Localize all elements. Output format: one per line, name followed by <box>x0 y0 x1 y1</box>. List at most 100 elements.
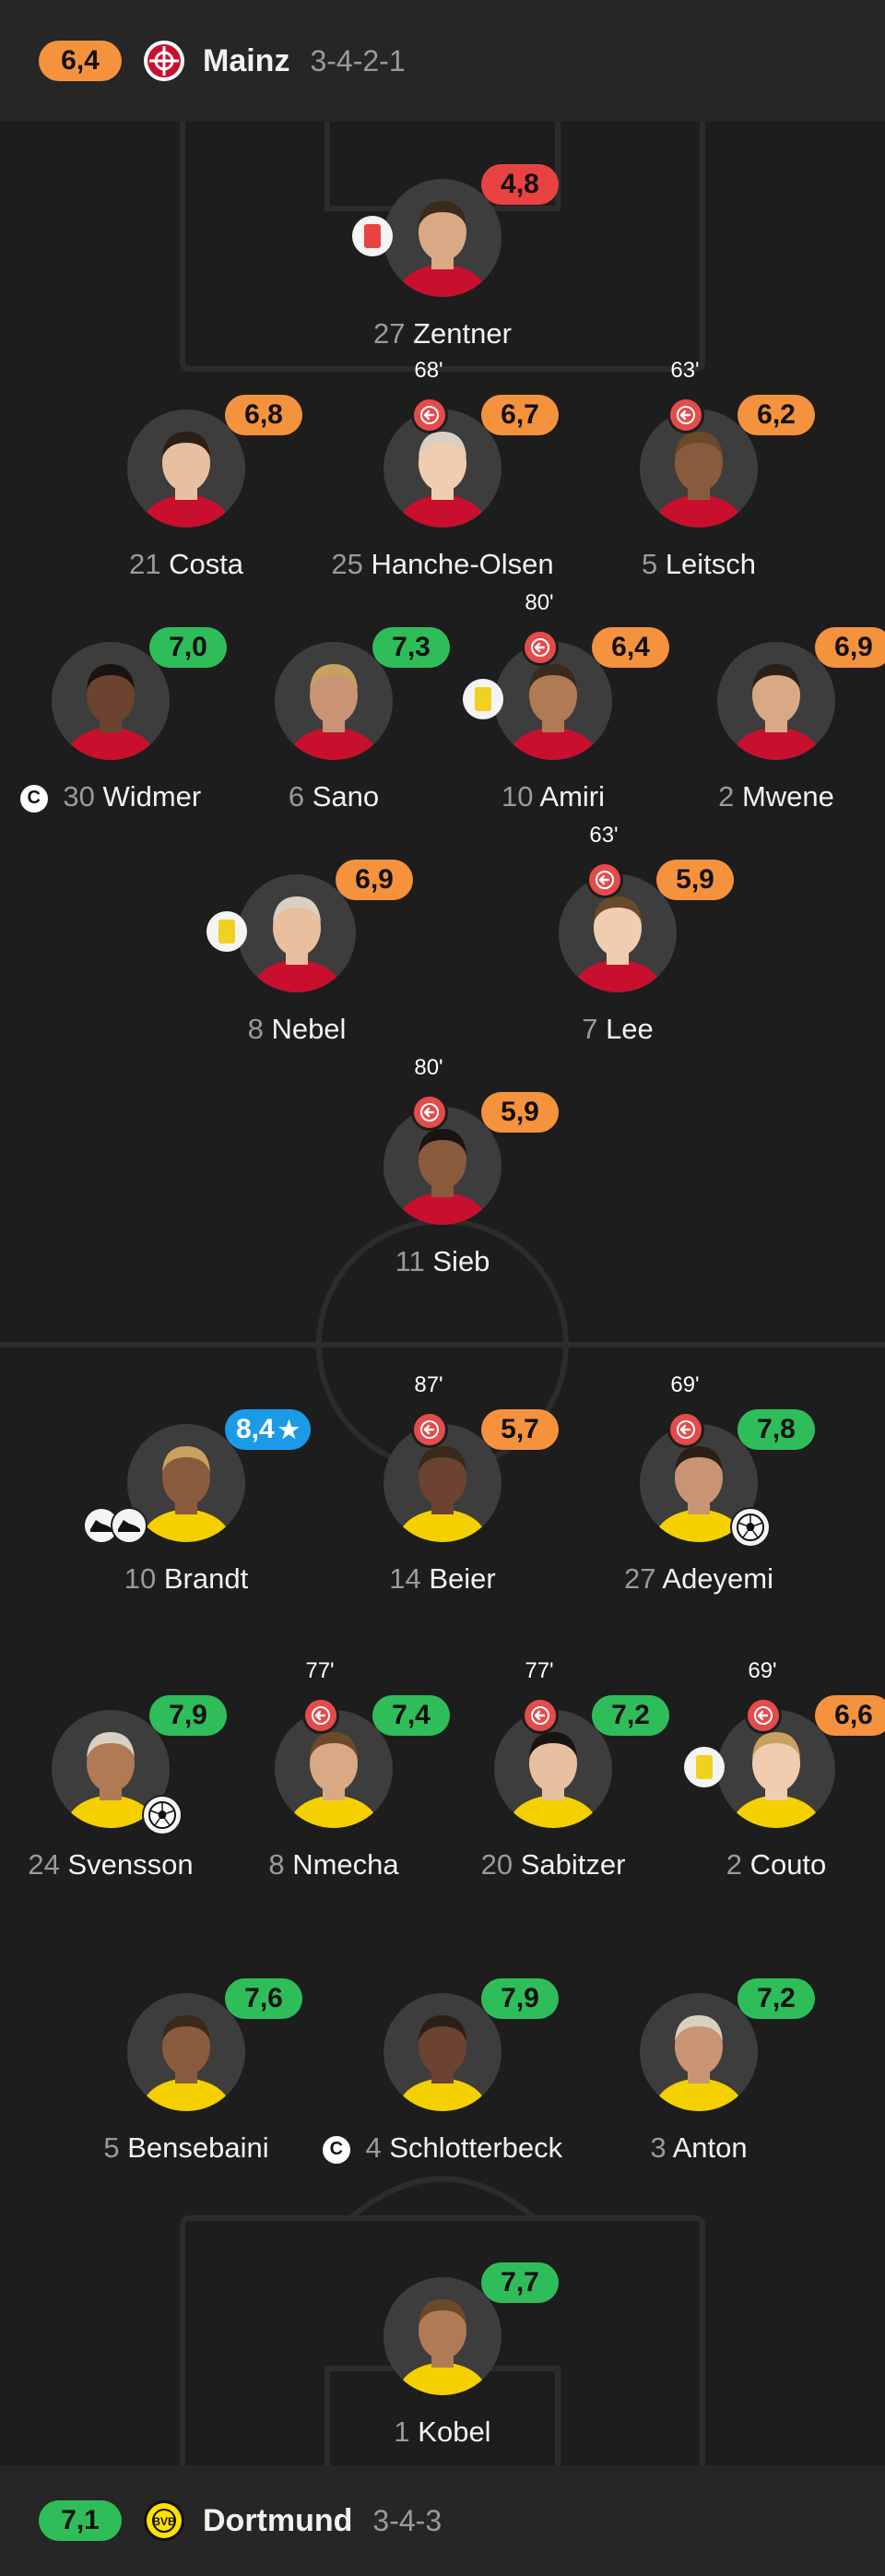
substitution-time: 63' <box>670 358 700 383</box>
player-zentner[interactable]: 4,8 27 Zentner <box>304 164 581 363</box>
player-number: 3 <box>650 2131 667 2164</box>
player-name: Beier <box>429 1562 496 1595</box>
player-avatar-icon <box>140 2015 232 2111</box>
substitution-arrow-icon <box>667 397 704 433</box>
player-photo <box>238 874 356 992</box>
lineup-view: 6,4 Mainz 3-4-2-1 4,8 27 Zentner 6,8 21 … <box>0 0 885 2576</box>
player-name-label: 27 Adeyemi <box>524 1562 874 1596</box>
player-couto[interactable]: 69' 6,6 2 Couto <box>638 1658 885 1894</box>
away-team-rating: 7,1 <box>39 2500 122 2541</box>
yellow-card-icon <box>463 679 503 719</box>
player-kobel[interactable]: 7,7 1 Kobel <box>304 2262 581 2462</box>
player-photo <box>275 642 393 760</box>
substitution-arrow-icon <box>522 629 559 666</box>
player-name: Mwene <box>741 780 834 813</box>
player-number: 27 <box>624 1562 656 1595</box>
yellow-card-icon <box>684 1747 725 1787</box>
player-number: 6 <box>288 780 305 813</box>
player-photo <box>127 1993 245 2111</box>
goal-ball-icon <box>142 1795 183 1835</box>
substitution-time: 77' <box>305 1658 335 1683</box>
player-leitsch[interactable]: 63' 6,2 5 Leitsch <box>560 358 837 594</box>
player-photo <box>52 642 170 760</box>
player-number: 14 <box>389 1562 421 1595</box>
player-number: 5 <box>103 2131 120 2164</box>
player-mwene[interactable]: 6,9 2 Mwene <box>638 627 885 826</box>
player-name-label: 8 Nebel <box>122 1013 472 1046</box>
player-photo <box>384 2277 502 2395</box>
player-adeyemi[interactable]: 69' 7,8 27 Adeyemi <box>560 1372 837 1609</box>
home-formation: 3-4-2-1 <box>310 43 406 77</box>
player-avatar-icon <box>396 201 489 297</box>
player-name-label: 3 Anton <box>524 2131 874 2165</box>
substitution-arrow-icon <box>411 397 448 433</box>
player-name-label: 7 Lee <box>442 1013 793 1046</box>
away-team-header[interactable]: 7,1 BVB Dortmund 3-4-3 <box>0 2465 885 2576</box>
player-number: 4 <box>365 2131 382 2164</box>
player-name-label: 1 Kobel <box>267 2416 618 2449</box>
player-rating: 7,9 <box>501 1983 539 2013</box>
player-rating: 5,7 <box>501 1414 539 1444</box>
player-name: Sieb <box>432 1245 490 1277</box>
player-number: 10 <box>502 780 534 813</box>
player-name: Bensebaini <box>127 2131 269 2164</box>
player-rating: 6,8 <box>244 399 283 430</box>
home-team-name: Mainz <box>203 42 290 78</box>
player-nebel[interactable]: 6,9 8 Nebel <box>159 860 435 1059</box>
mainz-crest-icon <box>142 39 186 83</box>
player-rating-badge: 4,8 <box>481 164 559 205</box>
player-number: 10 <box>124 1562 157 1595</box>
player-rating-badge: 6,8 <box>225 395 302 435</box>
player-lee[interactable]: 63' 5,9 7 Lee <box>479 823 756 1059</box>
player-name: Nebel <box>271 1013 347 1045</box>
player-rating: 5,9 <box>676 864 714 895</box>
player-rating: 6,9 <box>834 632 873 662</box>
substitution-time: 69' <box>748 1658 777 1683</box>
player-number: 1 <box>394 2416 410 2448</box>
player-name: Costa <box>169 548 244 580</box>
player-rating: 4,8 <box>501 169 539 199</box>
player-rating-badge: 7,2 <box>738 1978 815 2019</box>
substitution-time: 80' <box>525 590 554 615</box>
away-formation: 3-4-3 <box>372 2503 442 2537</box>
substitution-arrow-icon <box>522 1697 559 1734</box>
player-avatar-icon <box>730 664 822 760</box>
captain-badge-icon: C <box>322 2135 350 2164</box>
player-rating-badge: 6,2 <box>738 395 815 435</box>
player-name-label: 2 Couto <box>601 1848 885 1882</box>
player-number: 8 <box>268 1848 285 1881</box>
player-name: Leitsch <box>665 548 757 580</box>
player-name: Anton <box>672 2131 748 2164</box>
player-rating: 7,8 <box>757 1414 796 1444</box>
substitution-arrow-icon <box>302 1697 339 1734</box>
player-avatar-icon <box>65 664 157 760</box>
player-avatar-icon <box>140 432 232 528</box>
player-avatar-icon <box>396 2015 489 2111</box>
goal-ball-icon <box>730 1507 771 1548</box>
player-rating: 6,9 <box>355 864 394 895</box>
player-sieb[interactable]: 80' 5,9 11 Sieb <box>304 1055 581 1291</box>
player-number: 25 <box>331 548 363 580</box>
player-rating-badge: 6,9 <box>336 860 413 900</box>
player-rating-badge: 5,9 <box>481 1092 559 1133</box>
home-team-header[interactable]: 6,4 Mainz 3-4-2-1 <box>0 0 885 122</box>
home-team-rating: 6,4 <box>39 41 122 81</box>
player-rating-badge: 7,7 <box>481 2262 559 2303</box>
substitution-time: 87' <box>414 1372 443 1397</box>
red-card-icon <box>352 216 393 256</box>
substitution-time: 69' <box>670 1372 700 1397</box>
captain-badge-icon: C <box>19 784 48 813</box>
player-name: Adeyemi <box>662 1562 773 1595</box>
player-name: Sano <box>312 780 380 813</box>
player-avatar-icon <box>653 2015 745 2111</box>
substitution-arrow-icon <box>411 1094 448 1131</box>
substitution-time: 68' <box>414 358 443 383</box>
bvb-crest-icon: BVB <box>142 2499 186 2543</box>
player-number: 20 <box>480 1848 513 1881</box>
player-number: 2 <box>718 780 735 813</box>
substitution-time: 63' <box>589 823 619 848</box>
player-number: 11 <box>395 1245 425 1277</box>
player-anton[interactable]: 7,2 3 Anton <box>560 1978 837 2178</box>
player-rating: 8,4 <box>236 1414 275 1444</box>
player-number: 5 <box>641 548 658 580</box>
